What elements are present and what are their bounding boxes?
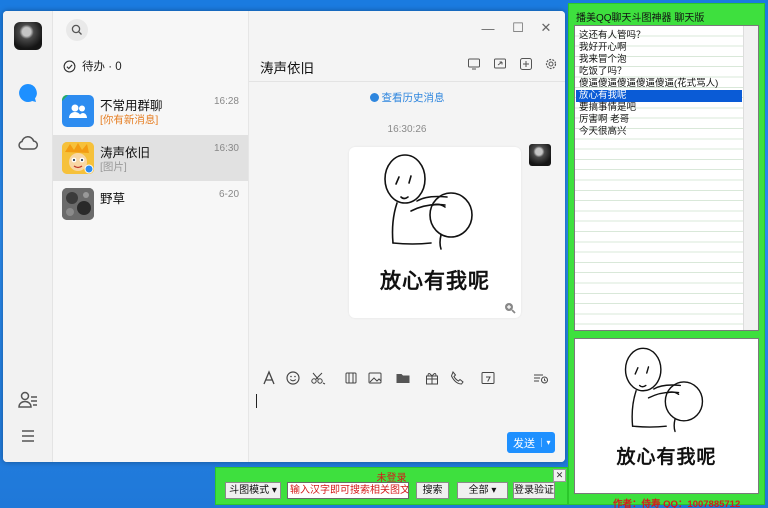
- close-icon[interactable]: ✕: [539, 20, 553, 35]
- message-timestamp: 16:30:26: [387, 124, 427, 135]
- sticker-caption: 放心有我呢: [380, 270, 490, 293]
- scissors-icon[interactable]: [310, 370, 326, 386]
- emoji-icon[interactable]: [285, 370, 301, 386]
- contacts-icon[interactable]: [16, 388, 40, 412]
- input-toolbar: [249, 366, 565, 390]
- conversation-list: 待办 · 0 不常用群聊 16:28 [你有新消息] 涛声依旧 16:30 [图…: [53, 11, 249, 462]
- list-item[interactable]: 我来冒个泡: [576, 54, 742, 66]
- avatar[interactable]: [529, 144, 551, 166]
- conversation-time: 16:28: [213, 96, 239, 107]
- todo-row[interactable]: 待办 · 0: [63, 57, 122, 75]
- hugging-figure-image: [624, 347, 704, 433]
- send-button[interactable]: 发送 ▾: [507, 432, 555, 453]
- maximize-icon[interactable]: ☐: [511, 20, 525, 35]
- minimize-icon[interactable]: —: [481, 21, 495, 36]
- history-icon[interactable]: [533, 370, 549, 386]
- remote-icon[interactable]: [493, 57, 507, 71]
- check-circle-icon: [63, 60, 76, 72]
- search-icon: [71, 24, 82, 35]
- sticker-search-bar: 未登录 ✕ 斗图模式 ▾ 输入汉字即可搜索相关图文 搜索 全部 ▾ 登录验证: [215, 467, 568, 505]
- conversation-item[interactable]: 野草 6-20: [53, 181, 248, 227]
- search-input[interactable]: 输入汉字即可搜索相关图文: [287, 482, 409, 499]
- menu-icon[interactable]: [16, 424, 40, 448]
- sticker-message[interactable]: 放心有我呢: [349, 147, 521, 318]
- sticker-preview[interactable]: 放心有我呢: [574, 338, 759, 494]
- list-item-selected[interactable]: 放心有我呢: [576, 90, 742, 102]
- search-button[interactable]: 搜索: [416, 482, 449, 499]
- gift-icon[interactable]: [424, 370, 440, 386]
- preview-caption: 放心有我呢: [616, 447, 717, 468]
- phrase-list[interactable]: 这还有人管吗？ 我好开心啊 我来冒个泡 吃饭了吗？ 傻逼傻逼傻逼傻逼傻逼(花式骂…: [574, 25, 759, 331]
- add-member-icon[interactable]: [519, 57, 533, 71]
- avatar[interactable]: [14, 22, 42, 50]
- phone-icon[interactable]: [449, 370, 465, 386]
- scope-select[interactable]: 全部 ▾: [457, 482, 508, 499]
- mode-select[interactable]: 斗图模式 ▾: [225, 482, 281, 499]
- chat-title: 涛声依旧: [260, 61, 314, 76]
- login-button[interactable]: 登录验证: [513, 482, 555, 499]
- zoom-in-icon[interactable]: [504, 302, 516, 314]
- list-item[interactable]: 这还有人管吗？: [576, 30, 742, 42]
- history-link[interactable]: 查看历史消息: [249, 90, 565, 105]
- title-bar: — ☐ ✕: [249, 11, 565, 47]
- conversation-time: 16:30: [213, 143, 239, 154]
- avatar: [62, 188, 94, 220]
- font-icon[interactable]: [261, 370, 277, 386]
- conversation-preview: [图片]: [100, 161, 127, 173]
- avatar: [62, 142, 94, 174]
- list-item[interactable]: 厉害啊 老哥: [576, 114, 742, 126]
- close-icon[interactable]: ✕: [553, 469, 566, 482]
- conversation-item[interactable]: 涛声依旧 16:30 [图片]: [53, 135, 248, 181]
- list-item[interactable]: 我好开心啊: [576, 42, 742, 54]
- media-icon[interactable]: [343, 370, 359, 386]
- message-input[interactable]: [249, 391, 565, 431]
- send-button-label: 发送: [513, 437, 535, 450]
- author-line: 作者：侍寿 QQ：1007885712: [613, 499, 741, 508]
- group-avatar-icon: [62, 95, 94, 127]
- search-button[interactable]: [66, 19, 88, 41]
- cloud-icon[interactable]: [16, 131, 40, 155]
- conversation-item[interactable]: 不常用群聊 16:28 [你有新消息]: [53, 88, 248, 134]
- qq-window: 待办 · 0 不常用群聊 16:28 [你有新消息] 涛声依旧 16:30 [图…: [3, 11, 565, 462]
- tool-title: 播美QQ聊天斗图神器 聊天版: [576, 13, 705, 24]
- list-item[interactable]: 傻逼傻逼傻逼傻逼傻逼(花式骂人): [576, 78, 742, 90]
- chat-pane: — ☐ ✕ 涛声依旧 查看历史消息 16:30:26 放心有我呢 发送 ▾: [249, 11, 565, 462]
- list-item[interactable]: 要搞事情是吧: [576, 102, 742, 114]
- hugging-figure-image: [384, 154, 473, 250]
- history-link-label: 查看历史消息: [381, 92, 445, 104]
- list-item[interactable]: 吃饭了吗？: [576, 66, 742, 78]
- image-icon[interactable]: [367, 370, 383, 386]
- sticker-tool-panel: 播美QQ聊天斗图神器 聊天版 这还有人管吗？ 我好开心啊 我来冒个泡 吃饭了吗？…: [568, 3, 765, 508]
- conversation-preview: [你有新消息]: [100, 114, 159, 126]
- chat-header: 涛声依旧: [249, 48, 565, 82]
- chevron-down-icon[interactable]: ▾: [541, 438, 555, 447]
- clock-icon: [369, 93, 379, 102]
- calendar-icon[interactable]: [480, 370, 496, 386]
- scrollbar[interactable]: [743, 26, 758, 330]
- chat-icon[interactable]: [16, 81, 40, 105]
- conversation-time: 6-20: [218, 189, 239, 200]
- screen-share-icon[interactable]: [467, 57, 481, 71]
- conversation-name: 野草: [100, 192, 126, 206]
- folder-icon[interactable]: [395, 370, 411, 386]
- side-nav: [3, 11, 53, 462]
- list-item[interactable]: 今天很高兴: [576, 126, 742, 138]
- text-caret: [256, 394, 257, 408]
- todo-label: 待办 · 0: [82, 61, 122, 73]
- settings-icon[interactable]: [544, 57, 558, 71]
